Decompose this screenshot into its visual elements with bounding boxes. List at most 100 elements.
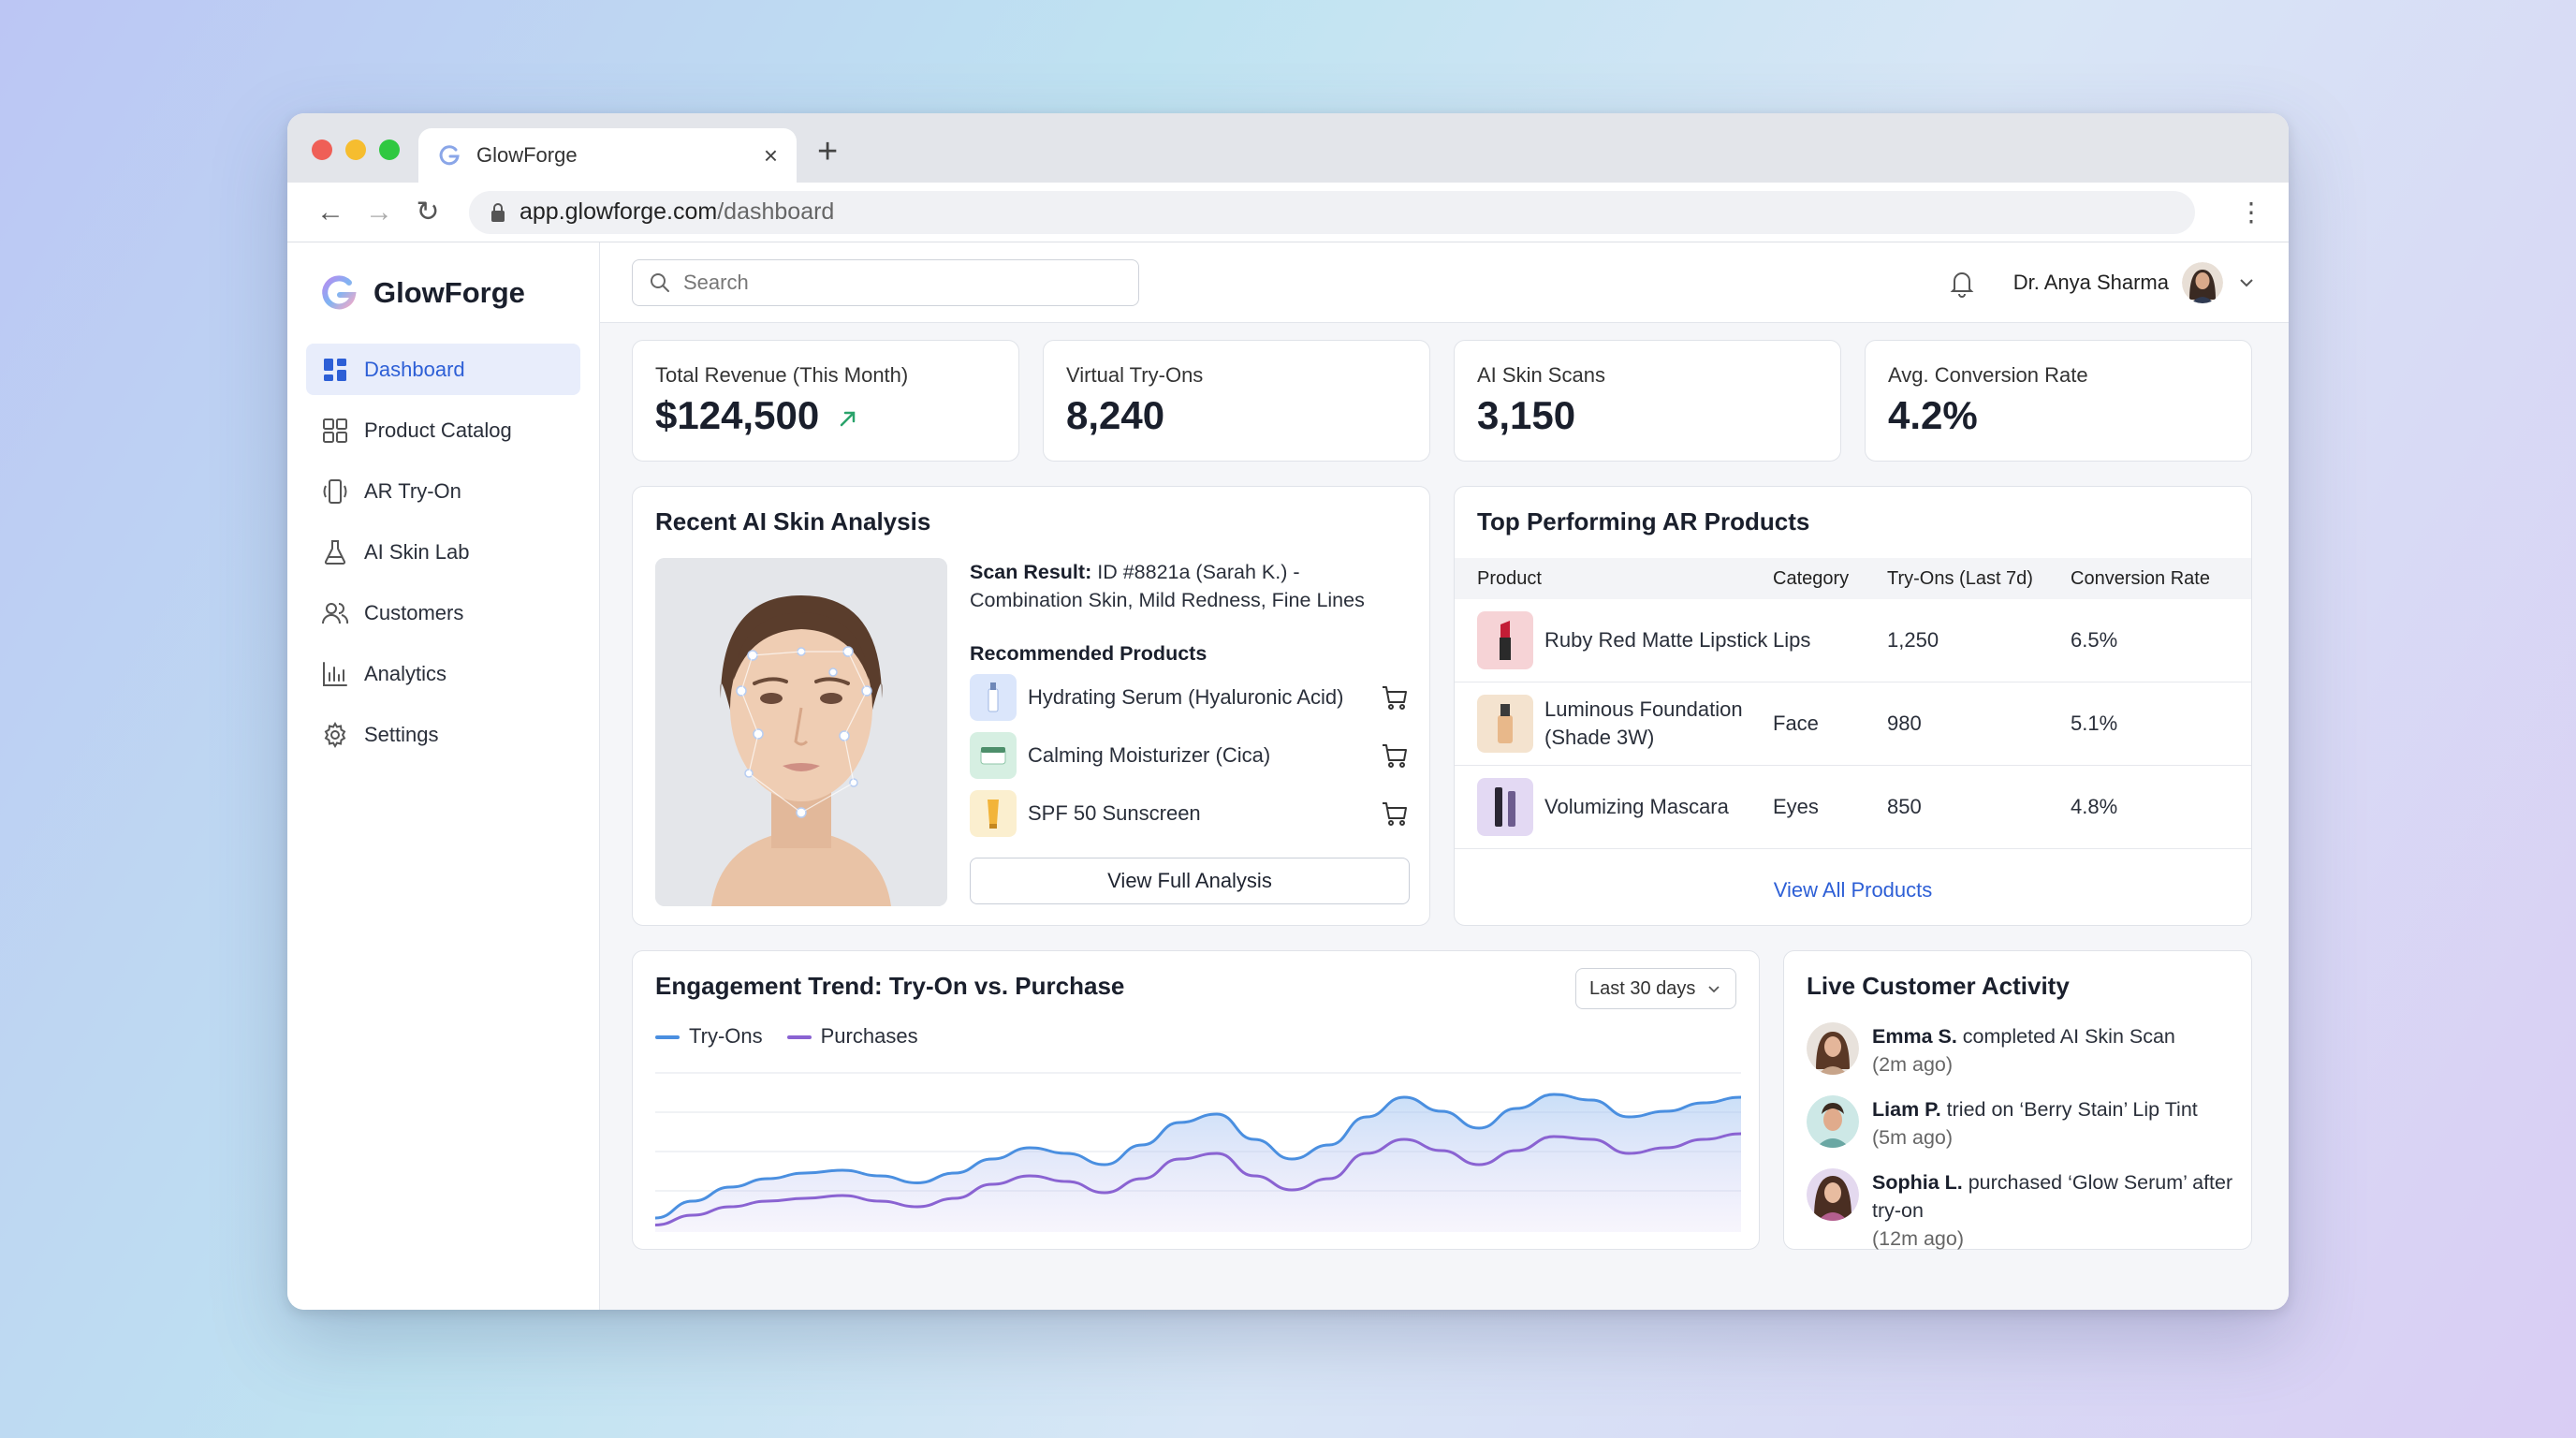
activity-item[interactable]: Liam P. tried on ‘Berry Stain’ Lip Tint(… <box>1807 1095 2237 1152</box>
product-name: Volumizing Mascara <box>1544 795 1729 818</box>
chart-legend: Try-Ons Purchases <box>655 1024 918 1049</box>
activity-text: Liam P. tried on ‘Berry Stain’ Lip Tint(… <box>1872 1098 2198 1149</box>
sidebar: GlowForge Dashboard Product Catalog AR T… <box>287 242 600 1310</box>
sidebar-item-analytics[interactable]: Analytics <box>306 648 580 699</box>
date-range-select[interactable]: Last 30 days <box>1575 968 1736 1009</box>
sidebar-item-label: AI Skin Lab <box>364 539 470 564</box>
view-full-analysis-button[interactable]: View Full Analysis <box>970 858 1410 904</box>
sidebar-item-ar-try-on[interactable]: AR Try-On <box>306 465 580 517</box>
cart-icon[interactable] <box>1380 799 1410 829</box>
table-row[interactable]: Volumizing Mascara Eyes 850 4.8% <box>1455 765 2251 849</box>
address-bar: ← → ↻ app.glowforge.com/dashboard ⋮ <box>287 183 2289 242</box>
flask-icon <box>324 539 346 565</box>
activity-item[interactable]: Emma S. completed AI Skin Scan (2m ago) <box>1807 1022 2237 1078</box>
search-input[interactable]: Search <box>632 258 1139 306</box>
chevron-down-icon[interactable] <box>2236 272 2257 293</box>
card-title: Live Customer Activity <box>1807 972 2070 1000</box>
sidebar-item-dashboard[interactable]: Dashboard <box>306 344 580 395</box>
top-products-table: Product Category Try-Ons (Last 7d) Conve… <box>1455 558 2251 849</box>
stat-label: AI Skin Scans <box>1477 363 1605 387</box>
top-bar: Search Dr. Anya Sharma <box>600 242 2289 323</box>
main-content: Search Dr. Anya Sharma Dashboard Overvie… <box>600 242 2289 1310</box>
tab-strip: GlowForge × + <box>287 113 2289 183</box>
conversion-cell: 5.1% <box>2071 682 2251 766</box>
close-window-button[interactable] <box>312 139 332 160</box>
lock-icon <box>491 202 505 222</box>
conversion-cell: 4.8% <box>2071 765 2251 849</box>
cart-icon[interactable] <box>1380 741 1410 770</box>
chart-title: Engagement Trend: Try-On vs. Purchase <box>655 972 1125 1000</box>
browser-tab[interactable]: GlowForge × <box>418 128 797 183</box>
category-cell: Lips <box>1773 599 1887 682</box>
activity-item[interactable]: Sophia L. purchased ‘Glow Serum’ after t… <box>1807 1168 2237 1253</box>
product-name: SPF 50 Sunscreen <box>1028 801 1201 825</box>
reload-icon[interactable]: ↻ <box>403 196 452 228</box>
legend-item-purchases: Purchases <box>786 1024 918 1049</box>
stat-card-try-ons: Virtual Try-Ons 8,240 <box>1043 340 1430 462</box>
column-header[interactable]: Conversion Rate <box>2071 558 2251 599</box>
face-scan-image[interactable] <box>655 558 947 906</box>
forward-icon[interactable]: → <box>355 197 403 228</box>
bar-chart-icon <box>323 661 347 686</box>
legend-item-try-ons: Try-Ons <box>655 1024 763 1049</box>
tab-title: GlowForge <box>476 143 578 167</box>
skin-analysis-card: Recent AI Skin Analysis Scan Result: ID … <box>632 486 1430 926</box>
column-header[interactable]: Category <box>1773 558 1887 599</box>
sidebar-item-label: Dashboard <box>364 357 465 381</box>
url-field[interactable]: app.glowforge.com/dashboard <box>469 190 2195 234</box>
avatar <box>1807 1095 1859 1148</box>
glowforge-logo-icon <box>322 275 357 310</box>
engagement-chart-card: Engagement Trend: Try-On vs. Purchase La… <box>632 950 1760 1250</box>
view-all-products-link[interactable]: View All Products <box>1455 878 2251 902</box>
avatar[interactable] <box>2182 261 2223 303</box>
sidebar-item-ai-skin-lab[interactable]: AI Skin Lab <box>306 526 580 578</box>
favicon-icon <box>439 145 460 166</box>
maximize-window-button[interactable] <box>379 139 400 160</box>
app-shell: GlowForge Dashboard Product Catalog AR T… <box>287 242 2289 1310</box>
sidebar-item-settings[interactable]: Settings <box>306 709 580 760</box>
url-path: /dashboard <box>717 198 835 225</box>
new-tab-button[interactable]: + <box>817 134 838 169</box>
browser-menu-icon[interactable]: ⋮ <box>2232 197 2270 227</box>
card-title: Recent AI Skin Analysis <box>655 507 931 536</box>
foundation-icon <box>1477 695 1533 753</box>
stat-card-revenue: Total Revenue (This Month) $124,500 <box>632 340 1019 462</box>
catalog-icon <box>323 418 347 443</box>
close-tab-icon[interactable]: × <box>764 143 778 168</box>
sidebar-item-product-catalog[interactable]: Product Catalog <box>306 404 580 456</box>
recommended-product[interactable]: Calming Moisturizer (Cica) <box>970 732 1410 779</box>
sidebar-item-customers[interactable]: Customers <box>306 587 580 638</box>
cart-icon[interactable] <box>1380 682 1410 712</box>
stat-label: Virtual Try-Ons <box>1066 363 1204 387</box>
users-icon <box>322 602 349 624</box>
serum-icon <box>970 674 1017 721</box>
search-icon <box>651 272 669 292</box>
sunscreen-icon <box>970 790 1017 837</box>
user-name[interactable]: Dr. Anya Sharma <box>2013 271 2169 295</box>
brand[interactable]: GlowForge <box>306 242 580 344</box>
table-row[interactable]: Luminous Foundation (Shade 3W) Face 980 … <box>1455 682 2251 766</box>
product-name: Calming Moisturizer (Cica) <box>1028 743 1271 767</box>
column-header[interactable]: Try-Ons (Last 7d) <box>1887 558 2071 599</box>
back-icon[interactable]: ← <box>306 197 355 228</box>
column-header[interactable]: Product <box>1455 558 1773 599</box>
recommended-product[interactable]: SPF 50 Sunscreen <box>970 790 1410 837</box>
sidebar-item-label: Analytics <box>364 661 447 685</box>
sidebar-item-label: Customers <box>364 600 464 624</box>
stat-value: $124,500 <box>655 393 860 438</box>
app-name: GlowForge <box>373 276 525 309</box>
avatar <box>1807 1168 1859 1221</box>
conversion-cell: 6.5% <box>2071 599 2251 682</box>
table-row[interactable]: Ruby Red Matte Lipstick Lips 1,250 6.5% <box>1455 599 2251 682</box>
tryons-cell: 850 <box>1887 765 2071 849</box>
minimize-window-button[interactable] <box>345 139 366 160</box>
stat-card-conversion: Avg. Conversion Rate 4.2% <box>1865 340 2252 462</box>
tryons-cell: 1,250 <box>1887 599 2071 682</box>
date-range-value: Last 30 days <box>1589 977 1696 999</box>
bell-icon[interactable] <box>1946 267 1978 299</box>
recommended-product[interactable]: Hydrating Serum (Hyaluronic Acid) <box>970 674 1410 721</box>
browser-window: GlowForge × + ← → ↻ app.glowforge.com/da… <box>287 113 2289 1310</box>
recommended-title: Recommended Products <box>970 642 1208 665</box>
user-area: Dr. Anya Sharma <box>1946 261 2257 303</box>
activity-text: Emma S. completed AI Skin Scan (2m ago) <box>1872 1025 2175 1076</box>
